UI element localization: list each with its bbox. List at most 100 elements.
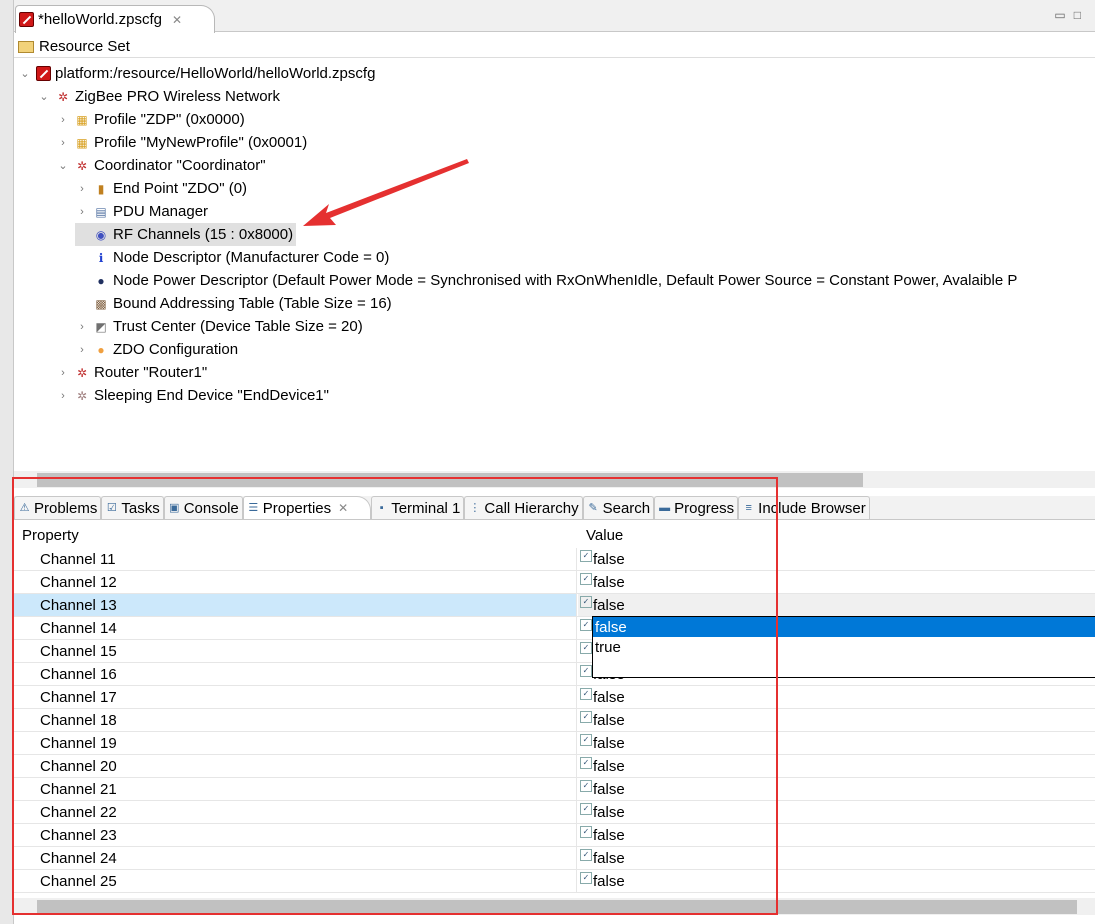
property-value: false	[593, 688, 625, 706]
end-device-icon: ✲	[76, 388, 88, 403]
tree-item[interactable]: ● Node Power Descriptor (Default Power Mo…	[75, 269, 1017, 292]
property-value-cell[interactable]: ✓false	[578, 709, 1095, 731]
tab-tasks[interactable]: ☑ Tasks	[101, 496, 164, 519]
table-row[interactable]: Channel 12 ✓ false	[14, 571, 1095, 594]
dropdown-option-true[interactable]: true	[593, 637, 1095, 657]
tree-item[interactable]: › ▦ Profile "MyNewProfile" (0x0001)	[56, 131, 307, 154]
profile-icon: ▦	[76, 135, 88, 150]
tab-problems[interactable]: ⚠ Problems	[14, 496, 102, 519]
chevron-right-icon[interactable]: ›	[56, 137, 70, 149]
tab-label: Include Browser	[758, 499, 866, 517]
property-value-cell[interactable]: ✓false	[578, 801, 1095, 823]
tab-label: Properties	[262, 499, 332, 517]
pdu-manager-icon: ▤	[95, 204, 107, 219]
chevron-right-icon[interactable]: ›	[56, 390, 70, 402]
property-value-cell[interactable]: ✓false	[578, 732, 1095, 754]
table-row[interactable]: Channel 25 ✓ false	[14, 870, 1095, 893]
chevron-right-icon[interactable]: ›	[75, 321, 89, 333]
tree-item[interactable]: › ▦ Profile "ZDP" (0x0000)	[56, 108, 245, 131]
property-value: false	[593, 711, 625, 729]
left-panel-edge	[0, 0, 14, 924]
tree-item[interactable]: › ◩ Trust Center (Device Table Size = 20)	[75, 315, 363, 338]
table-row[interactable]: Channel 23 ✓ false	[14, 824, 1095, 847]
property-value-cell[interactable]: ✓false	[578, 847, 1095, 869]
zpscfg-file-icon	[19, 12, 34, 27]
property-value-cell[interactable]: ✓false	[578, 755, 1095, 777]
property-column-header[interactable]: Property	[14, 524, 577, 547]
chevron-down-icon[interactable]: ⌄	[37, 90, 51, 103]
zpscfg-file-icon	[36, 66, 51, 81]
editable-value-icon: ✓	[580, 688, 592, 700]
property-value: false	[593, 596, 625, 614]
chevron-down-icon[interactable]: ⌄	[56, 159, 70, 172]
property-name: Channel 16	[14, 663, 577, 685]
power-descriptor-icon: ●	[97, 273, 105, 288]
info-icon: ℹ	[98, 250, 104, 265]
property-value-cell[interactable]: ✓false	[578, 824, 1095, 846]
property-value-cell[interactable]: ✓false	[578, 571, 1095, 593]
table-row[interactable]: Channel 19 ✓ false	[14, 732, 1095, 755]
close-icon[interactable]: ✕	[172, 13, 182, 27]
table-row[interactable]: Channel 22 ✓ false	[14, 801, 1095, 824]
value-column-header[interactable]: Value	[578, 524, 623, 547]
property-value-cell[interactable]: ✓false	[578, 594, 1095, 616]
property-value-cell[interactable]: ✓false	[578, 778, 1095, 800]
property-value-cell[interactable]: ✓false	[578, 548, 1095, 570]
value-dropdown-list[interactable]: false true	[592, 616, 1095, 678]
chevron-right-icon[interactable]: ›	[56, 114, 70, 126]
tab-call-hierarchy[interactable]: ⋮ Call Hierarchy	[464, 496, 583, 519]
tree-item[interactable]: ◉ RF Channels (15 : 0x8000)	[75, 223, 297, 246]
tab-search[interactable]: ✎ Search	[582, 496, 655, 519]
tree-item[interactable]: ℹ Node Descriptor (Manufacturer Code = 0)	[75, 246, 390, 269]
table-icon: ▩	[95, 296, 107, 311]
chevron-right-icon[interactable]: ›	[75, 344, 89, 356]
dropdown-option-false[interactable]: false	[593, 617, 1095, 637]
close-icon[interactable]: ✕	[338, 501, 348, 515]
table-row[interactable]: Channel 17 ✓ false	[14, 686, 1095, 709]
editable-value-icon: ✓	[580, 711, 592, 723]
chevron-right-icon[interactable]: ›	[75, 206, 89, 218]
tree-item[interactable]: ▩ Bound Addressing Table (Table Size = 16…	[75, 292, 392, 315]
table-row[interactable]: Channel 20 ✓ false	[14, 755, 1095, 778]
editable-value-icon: ✓	[580, 619, 592, 631]
tree-item[interactable]: › ✲ Sleeping End Device "EndDevice1"	[56, 384, 329, 407]
property-value: false	[593, 757, 625, 775]
property-value-cell[interactable]: ✓false	[578, 870, 1095, 892]
chevron-right-icon[interactable]: ›	[56, 367, 70, 379]
tree-item[interactable]: › ▤ PDU Manager	[75, 200, 208, 223]
chevron-right-icon[interactable]: ›	[75, 183, 89, 195]
tab-console[interactable]: ▣ Console	[163, 496, 243, 519]
tree-item[interactable]: ⌄ ✲ ZigBee PRO Wireless Network	[37, 85, 280, 108]
tab-progress[interactable]: ▬ Progress	[654, 496, 739, 519]
table-row[interactable]: Channel 11 ✓ false	[14, 548, 1095, 571]
property-name: Channel 22	[14, 801, 577, 823]
scrollbar-thumb[interactable]	[37, 900, 1077, 914]
resource-set-label: Resource Set	[39, 38, 130, 55]
table-row[interactable]: Channel 18 ✓ false	[14, 709, 1095, 732]
tab-include-browser[interactable]: ≡ Include Browser	[738, 496, 870, 519]
window-controls[interactable]: ▭□	[1054, 8, 1089, 22]
table-row[interactable]: Channel 21 ✓ false	[14, 778, 1095, 801]
chevron-down-icon[interactable]: ⌄	[18, 67, 32, 80]
tab-terminal-1[interactable]: ▪ Terminal 1	[371, 496, 465, 519]
table-row[interactable]: Channel 24 ✓ false	[14, 847, 1095, 870]
tree-item[interactable]: ⌄ ✲ Coordinator "Coordinator"	[56, 154, 265, 177]
property-value-cell[interactable]: ✓false	[578, 686, 1095, 708]
editor-tab[interactable]: *helloWorld.zpscfg ✕	[15, 5, 215, 33]
tab-label: Terminal 1	[391, 499, 461, 517]
table-row[interactable]: Channel 13 ✓ false	[14, 594, 1095, 617]
terminal-icon: ▪	[379, 501, 384, 514]
tab-label: Search	[602, 499, 651, 517]
tab-label: Problems	[34, 499, 98, 517]
property-name: Channel 14	[14, 617, 577, 639]
tree-item[interactable]: › ▮ End Point "ZDO" (0)	[75, 177, 247, 200]
tree-item[interactable]: › ● ZDO Configuration	[75, 338, 238, 361]
tree-item-label: Trust Center (Device Table Size = 20)	[113, 318, 363, 335]
tab-properties[interactable]: ☰ Properties ✕	[242, 496, 372, 519]
tree-item[interactable]: › ✲ Router "Router1"	[56, 361, 207, 384]
tree-item-label: Bound Addressing Table (Table Size = 16)	[113, 295, 392, 312]
scrollbar-thumb[interactable]	[37, 473, 863, 487]
tree-item-label: RF Channels (15 : 0x8000)	[113, 226, 294, 243]
property-name: Channel 11	[14, 548, 577, 570]
tree-item[interactable]: ⌄ platform:/resource/HelloWorld/helloWorl…	[18, 62, 375, 85]
